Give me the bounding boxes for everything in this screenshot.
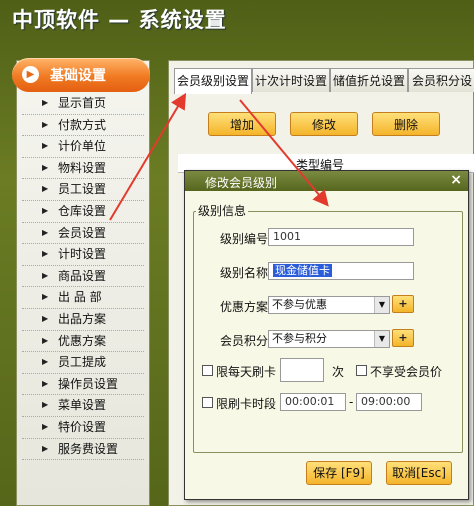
sidebar-item[interactable]: ▶ 会员设置 [22,223,144,245]
sidebar-item[interactable]: ▶ 出 品 部 [22,287,144,309]
sidebar-item-label: 优惠方案 [58,333,107,348]
sidebar-item[interactable]: ▶ 菜单设置 [22,395,144,417]
time-limit-label: 限刷卡时段 [216,397,277,411]
arrow-right-icon: ▶ [42,227,49,237]
sidebar-item[interactable]: ▶ 特价设置 [22,417,144,439]
sidebar-header-label: 基础设置 [50,68,106,84]
sidebar-item-label: 操作员设置 [58,376,119,391]
sidebar-item-label: 显示首页 [58,96,107,110]
arrow-right-icon: ▶ [42,313,49,323]
dialog-title: 修改会员级别 [205,176,278,190]
points-value: 不参与积分 [272,332,327,345]
arrow-right-icon: ▶ [42,400,49,410]
sidebar-item[interactable]: ▶ 员工提成 [22,352,144,374]
delete-button[interactable]: 删除 [372,112,440,136]
sidebar-item[interactable]: ▶ 计价单位 [22,136,144,158]
sidebar-item-label: 商品设置 [58,268,107,283]
sidebar-list: ▶ 显示首页 ▶ 付款方式 ▶ 计价单位 ▶ 物料设置 ▶ 员工设置 ▶ 仓库设置 ▶ 会员设置 ▶ 计时设置… [16,93,150,461]
sidebar-item[interactable]: ▶ 计时设置 [22,244,144,266]
discount-value: 不参与优惠 [272,298,327,311]
arrow-right-icon: ▶ [42,443,49,453]
no-member-price-checkbox[interactable] [356,365,367,376]
arrow-right-icon: ▶ [42,378,49,388]
add-discount-button[interactable]: + [392,295,414,313]
sidebar-item[interactable]: ▶ 操作员设置 [22,374,144,396]
arrow-right-icon: ▶ [42,184,49,194]
sidebar-item-label: 物料设置 [58,160,107,175]
sidebar-item[interactable]: ▶ 付款方式 [22,115,144,137]
arrow-right-icon: ▶ [42,270,49,280]
tab-count-time[interactable]: 计次计时设置 [252,68,330,92]
level-name-label: 级别名称 [220,266,269,280]
close-icon[interactable]: × [450,172,462,188]
sidebar-item-label: 计时设置 [58,247,107,262]
arrow-right-icon: ▶ [42,141,49,151]
cancel-button[interactable]: 取消[Esc] [386,461,452,485]
save-button[interactable]: 保存 [F9] [306,461,372,485]
sidebar-header[interactable]: ▶ 基础设置 [12,58,150,92]
arrow-right-icon: ▶ [42,357,49,367]
edit-button[interactable]: 修改 [290,112,358,136]
sidebar-item-label: 仓库设置 [58,203,107,218]
sidebar-item[interactable]: ▶ 商品设置 [22,266,144,288]
daily-limit-unit: 次 [332,365,345,379]
sidebar-item-label: 付款方式 [58,117,107,132]
daily-limit-input[interactable] [280,358,324,382]
tab-member-points[interactable]: 会员积分设 [408,68,474,92]
sidebar-item[interactable]: ▶ 物料设置 [22,158,144,180]
sidebar-item-label: 出 品 部 [58,290,102,305]
sidebar-item[interactable]: ▶ 服务费设置 [22,439,144,461]
arrow-right-icon: ▶ [42,98,49,107]
daily-limit-label: 限每天刷卡 [216,365,277,379]
level-name-field[interactable]: 现金储值卡 [268,262,414,280]
sidebar-item-label: 员工设置 [58,182,107,197]
level-code-label: 级别编号 [220,232,269,246]
time-start-field[interactable]: 00:00:01 [280,393,346,411]
no-member-price-label: 不享受会员价 [370,365,443,379]
discount-select[interactable]: 不参与优惠 ▼ [268,296,390,314]
arrow-right-icon: ▶ [42,119,49,129]
time-end-field[interactable]: 09:00:00 [356,393,422,411]
points-select[interactable]: 不参与积分 ▼ [268,330,390,348]
tab-stored-value[interactable]: 储值折兑设置 [330,68,408,92]
play-circle-icon: ▶ [22,66,39,83]
sidebar-item[interactable]: ▶ 显示首页 [22,93,144,115]
time-separator: - [349,395,354,409]
sidebar-item[interactable]: ▶ 出品方案 [22,309,144,331]
sidebar-item[interactable]: ▶ 员工设置 [22,179,144,201]
sidebar-item-label: 特价设置 [58,419,107,434]
sidebar-item-label: 员工提成 [58,355,107,370]
add-points-button[interactable]: + [392,329,414,347]
sidebar-item-label: 菜单设置 [58,398,107,413]
level-code-field[interactable]: 1001 [268,228,414,246]
arrow-right-icon: ▶ [42,205,49,215]
arrow-right-icon: ▶ [42,292,49,302]
app-title: 中顶软件 — 系统设置 [12,8,227,32]
add-button[interactable]: 增加 [208,112,276,136]
sidebar-item[interactable]: ▶ 仓库设置 [22,201,144,223]
sidebar-item-label: 出品方案 [58,311,107,326]
group-legend: 级别信息 [196,202,249,219]
time-limit-checkbox[interactable] [202,397,213,408]
sidebar-item-label: 服务费设置 [58,441,119,456]
discount-label: 优惠方案 [220,300,269,314]
chevron-down-icon[interactable]: ▼ [374,331,389,347]
points-label: 会员积分 [220,334,269,348]
arrow-right-icon: ▶ [42,249,49,259]
sidebar-item-label: 会员设置 [58,225,107,240]
chevron-down-icon[interactable]: ▼ [374,297,389,313]
arrow-right-icon: ▶ [42,335,49,345]
sidebar-item-label: 计价单位 [58,139,107,154]
tab-member-level[interactable]: 会员级别设置 [174,68,252,94]
level-name-value: 现金储值卡 [273,264,332,277]
sidebar-item[interactable]: ▶ 优惠方案 [22,331,144,353]
arrow-right-icon: ▶ [42,162,49,172]
daily-limit-checkbox[interactable] [202,365,213,376]
arrow-right-icon: ▶ [42,421,49,431]
dialog-titlebar: 修改会员级别 × [185,171,468,191]
